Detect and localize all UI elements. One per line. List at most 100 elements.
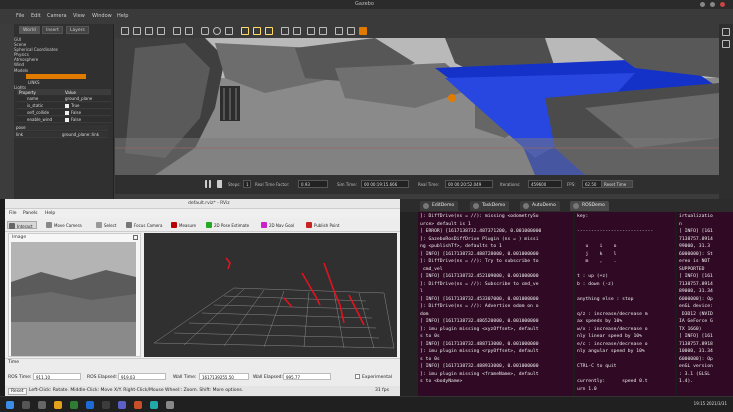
checkbox[interactable] xyxy=(65,118,69,122)
step-icon[interactable] xyxy=(217,180,223,188)
panel-close-icon[interactable] xyxy=(133,235,138,240)
tab-layers[interactable]: Layers xyxy=(66,26,89,34)
start-icon[interactable] xyxy=(6,401,14,409)
undo-icon[interactable] xyxy=(173,27,181,35)
menu-edit[interactable]: Edit xyxy=(31,13,41,19)
tree-item-wind[interactable]: Wind xyxy=(14,62,24,67)
menu-view[interactable]: View xyxy=(73,13,85,19)
select-tool[interactable]: Select xyxy=(95,221,119,229)
menu-panels[interactable]: Panels xyxy=(23,211,37,216)
checkbox[interactable] xyxy=(65,111,69,115)
box-icon[interactable] xyxy=(201,27,209,35)
measure-tool[interactable]: Measure xyxy=(170,221,199,229)
app-icon[interactable] xyxy=(118,401,126,409)
experimental-checkbox[interactable] xyxy=(355,374,360,379)
focus-camera-tool[interactable]: Focus Camera xyxy=(125,221,165,229)
maximize-icon[interactable] xyxy=(710,2,715,7)
terminal-line: TX 1660) xyxy=(679,326,702,332)
app-icon[interactable] xyxy=(70,401,78,409)
steps-input[interactable]: 1 xyxy=(243,180,251,188)
tree-item-links[interactable]: LINKS xyxy=(28,80,40,85)
menu-file[interactable]: File xyxy=(16,13,24,19)
point-light-icon[interactable] xyxy=(241,27,249,35)
time-panel-title: Time xyxy=(8,360,20,365)
checkbox[interactable] xyxy=(65,104,69,108)
nav-goal-tool[interactable]: 2D Nav Goal xyxy=(260,221,297,229)
terminal-line: l xyxy=(420,289,423,294)
scale-icon[interactable] xyxy=(157,27,165,35)
align-icon[interactable] xyxy=(307,27,315,35)
search-icon[interactable] xyxy=(22,401,30,409)
taskbar: 19:15 2021/3/31 xyxy=(0,396,733,412)
close-icon[interactable] xyxy=(720,2,725,7)
terminal-line: [ INFO] [161 xyxy=(679,334,713,339)
focus-camera-icon xyxy=(126,222,132,228)
mouse-hint: Left-Click: Rotate. Middle-Click: Move X… xyxy=(29,388,244,393)
menu-window[interactable]: Window xyxy=(92,13,112,19)
task-view-icon[interactable] xyxy=(38,401,46,409)
minimize-icon[interactable] xyxy=(700,2,705,7)
terminal-sidebar xyxy=(400,212,418,396)
tree-item-models[interactable]: Models xyxy=(14,68,28,73)
reset-button[interactable]: Reset xyxy=(8,388,27,395)
cylinder-icon[interactable] xyxy=(225,27,233,35)
property-row-name[interactable]: name ground_plane xyxy=(17,96,111,102)
reset-time-button[interactable]: Reset Time xyxy=(601,180,633,188)
publish-point-tool[interactable]: Publish Point xyxy=(305,221,342,229)
tab-editdemo[interactable]: EditDemo xyxy=(420,201,459,211)
menu-help[interactable]: Help xyxy=(45,211,55,216)
pause-icon[interactable] xyxy=(205,180,211,188)
paste-icon[interactable] xyxy=(293,27,301,35)
sphere-icon[interactable] xyxy=(213,27,221,35)
screenshot-icon[interactable] xyxy=(335,27,343,35)
interact-tool[interactable]: Interact xyxy=(7,221,37,229)
property-row-wind[interactable]: enable_wind False xyxy=(17,117,111,123)
tab-taskdemo[interactable]: TaskDemo xyxy=(470,201,510,211)
menu-camera[interactable]: Camera xyxy=(47,13,67,19)
ros-elapsed-label: ROS Elapsed: xyxy=(87,375,118,380)
snap-icon[interactable] xyxy=(319,27,327,35)
record-icon[interactable] xyxy=(359,27,367,35)
property-row-self-collide[interactable]: self_collide False xyxy=(17,110,111,116)
rotate-icon[interactable] xyxy=(145,27,153,35)
taskbar-clock[interactable]: 19:15 2021/3/31 xyxy=(694,401,727,406)
spot-light-icon[interactable] xyxy=(253,27,261,35)
move-camera-tool[interactable]: Move Camera xyxy=(45,221,85,229)
app-icon[interactable] xyxy=(150,401,158,409)
app-icon[interactable] xyxy=(166,401,174,409)
property-row-link[interactable]: link ground_plane::link xyxy=(14,132,108,138)
menu-help[interactable]: Help xyxy=(117,13,128,19)
translate-icon[interactable] xyxy=(133,27,141,35)
directional-light-icon[interactable] xyxy=(265,27,273,35)
tab-insert[interactable]: Insert xyxy=(42,26,63,34)
file-explorer-icon[interactable] xyxy=(54,401,62,409)
copy-icon[interactable] xyxy=(281,27,289,35)
property-row-pose[interactable]: pose xyxy=(14,125,108,131)
terminal-rviz-log[interactable]: irtualizatio n [ INFO] [161 7138757.8914 990… xyxy=(677,212,733,396)
terminal-line: s to 0s xyxy=(420,356,440,362)
terminal-line: q/z : increase/decrease m xyxy=(577,311,648,317)
view-angle-icon[interactable] xyxy=(722,28,730,36)
property-value: ground_plane xyxy=(65,96,93,101)
nav-goal-icon xyxy=(261,222,267,228)
tool-label: 2D Nav Goal xyxy=(269,223,295,228)
gazebo-3d-viewport[interactable] xyxy=(115,38,719,175)
log-icon[interactable] xyxy=(347,27,355,35)
view-top-icon[interactable] xyxy=(722,40,730,48)
terminal-teleop[interactable]: key: --------------------------- u i o j … xyxy=(575,212,675,396)
rviz-3d-view[interactable] xyxy=(144,233,397,357)
pose-estimate-tool[interactable]: 2D Pose Estimate xyxy=(205,221,252,229)
app-icon[interactable] xyxy=(134,401,142,409)
property-row-static[interactable]: is_static True xyxy=(17,103,111,109)
arrow-icon[interactable] xyxy=(121,27,129,35)
tab-world[interactable]: World xyxy=(19,26,40,34)
tree-item-selected-highlight[interactable] xyxy=(26,74,86,79)
menu-file[interactable]: File xyxy=(9,211,17,216)
app-icon[interactable] xyxy=(86,401,94,409)
redo-icon[interactable] xyxy=(185,27,193,35)
terminal-gazebo-log[interactable]: ]: DiffDrive(ns = //): missing <odometry… xyxy=(418,212,573,396)
tab-autodemo[interactable]: AutoDemo xyxy=(520,201,560,211)
sim-time-value: 00 00:19:15.666 xyxy=(361,180,409,188)
terminal-app-icon[interactable] xyxy=(102,401,110,409)
tab-rosdemo[interactable]: ROSDemo xyxy=(570,201,609,211)
